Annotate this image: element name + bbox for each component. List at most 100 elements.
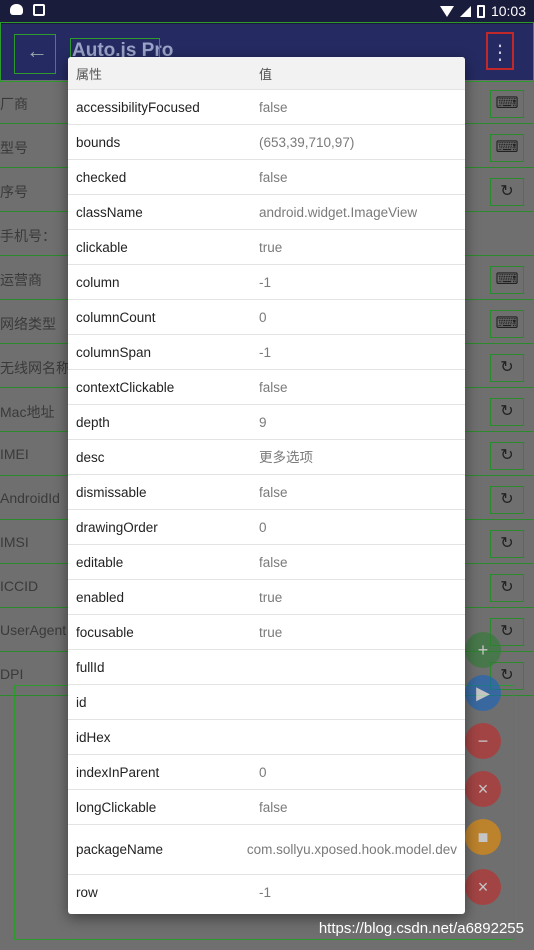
attribute-row[interactable]: longClickable false (68, 789, 465, 824)
refresh-icon[interactable]: ↻ (490, 530, 524, 558)
remove-fab-button[interactable]: − (465, 723, 501, 759)
attribute-row[interactable]: columnSpan -1 (68, 334, 465, 369)
refresh-icon[interactable]: ↻ (490, 178, 524, 206)
attribute-value: 9 (259, 414, 267, 430)
attribute-row[interactable]: contextClickable false (68, 369, 465, 404)
attribute-value: -1 (259, 344, 272, 360)
attribute-value: 0 (259, 519, 267, 535)
refresh-icon[interactable]: ↻ (490, 574, 524, 602)
attribute-row[interactable]: desc 更多选项 (68, 439, 465, 474)
attribute-value: com.sollyu.xposed.hook.model.dev (246, 842, 457, 857)
attribute-name: columnCount (76, 309, 156, 325)
list-item-label: DPI (0, 666, 24, 682)
attribute-name: fullId (76, 659, 105, 675)
attribute-table: accessibilityFocused false bounds (653,39,7… (68, 89, 465, 909)
attribute-name: dismissable (76, 484, 147, 500)
attribute-row[interactable]: columnCount 0 (68, 299, 465, 334)
attribute-name: enabled (76, 589, 125, 605)
list-item-label: IMEI (0, 446, 29, 462)
attribute-name: idHex (76, 729, 111, 745)
more-options-button[interactable]: ⋮ (486, 32, 514, 70)
attribute-value: false (259, 484, 288, 500)
attribute-name: column (76, 274, 120, 290)
dismiss-fab-button[interactable]: × (465, 869, 501, 905)
attribute-name: className (76, 204, 143, 220)
keyboard-icon[interactable]: ⌨ (490, 90, 524, 118)
list-item-label: Mac地址 (0, 404, 55, 420)
watermark: https://blog.csdn.net/a6892255 (318, 920, 524, 937)
header-attr: 属性 (76, 66, 103, 82)
attribute-row[interactable]: focusable true (68, 614, 465, 649)
attribute-value: (653,39,710,97) (259, 134, 355, 150)
attribute-value: 0 (259, 764, 267, 780)
attribute-row[interactable]: clickable true (68, 229, 465, 264)
attribute-name: longClickable (76, 799, 157, 815)
attribute-row[interactable]: indexInParent 0 (68, 754, 465, 789)
add-fab-button[interactable]: + (465, 632, 501, 668)
attribute-value: false (259, 554, 288, 570)
list-item-label: IMSI (0, 534, 29, 550)
attribute-row[interactable]: className android.widget.ImageView (68, 194, 465, 229)
play-fab-button[interactable]: ▶ (465, 675, 501, 711)
list-item-label: 无线网名称 (0, 360, 70, 376)
attribute-row[interactable]: dismissable false (68, 474, 465, 509)
attribute-row[interactable]: bounds (653,39,710,97) (68, 124, 465, 159)
attribute-value: android.widget.ImageView (259, 204, 418, 220)
back-arrow-icon[interactable]: ← (26, 38, 48, 64)
attribute-row[interactable]: drawingOrder 0 (68, 509, 465, 544)
list-item-label: 运营商 (0, 272, 42, 288)
attribute-name: checked (76, 169, 127, 185)
attribute-table-header: 属性 值 (68, 57, 465, 89)
battery-icon (476, 4, 485, 18)
attribute-row[interactable]: accessibilityFocused false (68, 89, 465, 124)
attribute-value: 更多选项 (259, 449, 313, 465)
refresh-icon[interactable]: ↻ (490, 398, 524, 426)
header-value: 值 (259, 66, 273, 82)
attribute-name: desc (76, 449, 105, 465)
attribute-row[interactable]: enabled true (68, 579, 465, 614)
list-item-label: 序号 (0, 184, 28, 200)
attribute-row[interactable]: idHex (68, 719, 465, 754)
attribute-row[interactable]: editable false (68, 544, 465, 579)
attribute-name: contextClickable (76, 379, 175, 395)
attribute-value (259, 734, 465, 740)
status-bar: 10:03 (0, 0, 534, 24)
list-item-label: ICCID (0, 578, 39, 594)
attribute-name: id (76, 694, 87, 710)
attribute-row[interactable]: packageName com.sollyu.xposed.hook.model.… (68, 824, 465, 874)
attribute-name: accessibilityFocused (76, 99, 200, 115)
keyboard-icon[interactable]: ⌨ (490, 310, 524, 338)
attribute-row[interactable]: depth 9 (68, 404, 465, 439)
keyboard-icon[interactable]: ⌨ (490, 134, 524, 162)
signal-icon (459, 5, 471, 17)
list-item-label: AndroidId (0, 490, 60, 506)
attribute-value: false (259, 169, 288, 185)
status-time: 10:03 (490, 3, 526, 19)
attribute-name: indexInParent (76, 764, 160, 780)
list-item-label: UserAgent (0, 622, 67, 638)
keyboard-icon[interactable]: ⌨ (490, 266, 524, 294)
attribute-row[interactable]: row -1 (68, 874, 465, 909)
attribute-value: true (259, 624, 283, 640)
refresh-icon[interactable]: ↻ (490, 442, 524, 470)
attribute-value: true (259, 589, 283, 605)
attribute-value: -1 (259, 884, 272, 900)
attribute-row[interactable]: checked false (68, 159, 465, 194)
attribute-name: depth (76, 414, 110, 430)
refresh-icon[interactable]: ↻ (490, 486, 524, 514)
list-item-label: 网络类型 (0, 316, 56, 332)
refresh-icon[interactable]: ↻ (490, 354, 524, 382)
attribute-value (259, 699, 465, 705)
attribute-row[interactable]: fullId (68, 649, 465, 684)
attribute-name: editable (76, 554, 124, 570)
attribute-row[interactable]: column -1 (68, 264, 465, 299)
attribute-row[interactable]: id (68, 684, 465, 719)
list-item-label: 手机号： (0, 228, 56, 244)
attribute-value: false (259, 379, 288, 395)
close-fab-button[interactable]: × (465, 771, 501, 807)
list-item-label: 厂商 (0, 96, 28, 112)
attribute-name: columnSpan (76, 344, 152, 360)
save-fab-button[interactable]: ■ (465, 819, 501, 855)
attribute-value: -1 (259, 274, 272, 290)
list-item-label: 型号 (0, 140, 28, 156)
